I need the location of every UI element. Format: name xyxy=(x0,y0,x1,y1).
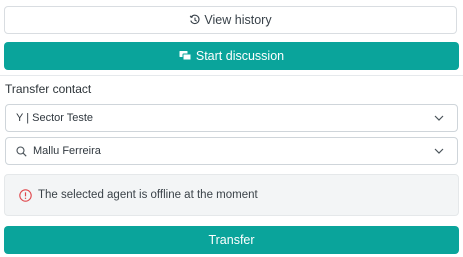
transfer-button[interactable]: Transfer xyxy=(4,226,459,254)
start-discussion-button[interactable]: Start discussion xyxy=(4,42,459,70)
sector-select[interactable]: Y | Sector Teste xyxy=(5,104,458,132)
divider xyxy=(0,75,463,76)
chevron-down-icon xyxy=(434,115,444,121)
search-icon xyxy=(16,145,27,157)
start-discussion-label: Start discussion xyxy=(195,49,285,63)
transfer-button-label: Transfer xyxy=(208,233,255,247)
alert-circle-icon xyxy=(19,188,32,202)
transfer-contact-title: Transfer contact xyxy=(5,82,92,96)
sector-select-value: Y | Sector Teste xyxy=(16,112,94,124)
chat-icon xyxy=(179,50,192,62)
history-icon xyxy=(189,14,201,26)
view-history-label: View history xyxy=(204,13,272,27)
chevron-down-icon xyxy=(434,148,444,154)
view-history-button[interactable]: View history xyxy=(4,6,457,34)
agent-select[interactable]: Mallu Ferreira xyxy=(5,137,458,165)
agent-offline-alert: The selected agent is offline at the mom… xyxy=(4,174,459,216)
agent-select-value: Mallu Ferreira xyxy=(33,145,101,157)
offline-message: The selected agent is offline at the mom… xyxy=(38,189,258,201)
transfer-panel: View history Start discussion Transfer c… xyxy=(0,0,463,257)
